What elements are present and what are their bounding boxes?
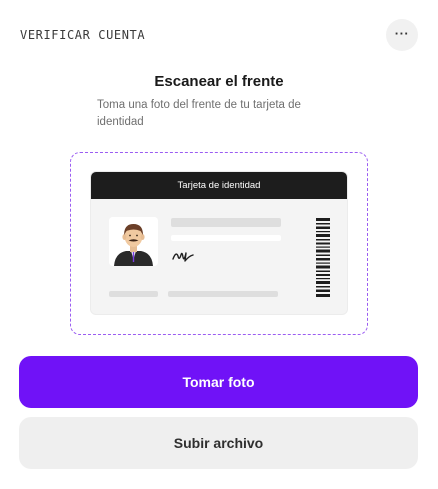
barcode-icon <box>316 218 330 303</box>
upload-file-button[interactable]: Subir archivo <box>19 417 418 469</box>
footer-placeholder-short <box>109 291 158 297</box>
person-portrait-icon <box>109 217 158 266</box>
more-horizontal-icon: ··· <box>394 25 410 41</box>
signature-icon <box>171 247 195 270</box>
id-card-illustration: Tarjeta de identidad <box>90 171 348 315</box>
name-placeholder-line <box>171 218 281 227</box>
page-description: Toma una foto del frente de tu tarjeta d… <box>97 99 301 128</box>
detail-placeholder-line <box>171 235 281 241</box>
more-options-button[interactable]: ··· <box>386 19 418 51</box>
id-card-header: Tarjeta de identidad <box>91 172 347 199</box>
footer-placeholder-long <box>168 291 278 297</box>
header-title: VERIFICAR CUENTA <box>20 28 146 42</box>
take-photo-button[interactable]: Tomar foto <box>19 356 418 408</box>
page-title: Escanear el frente <box>154 73 284 90</box>
